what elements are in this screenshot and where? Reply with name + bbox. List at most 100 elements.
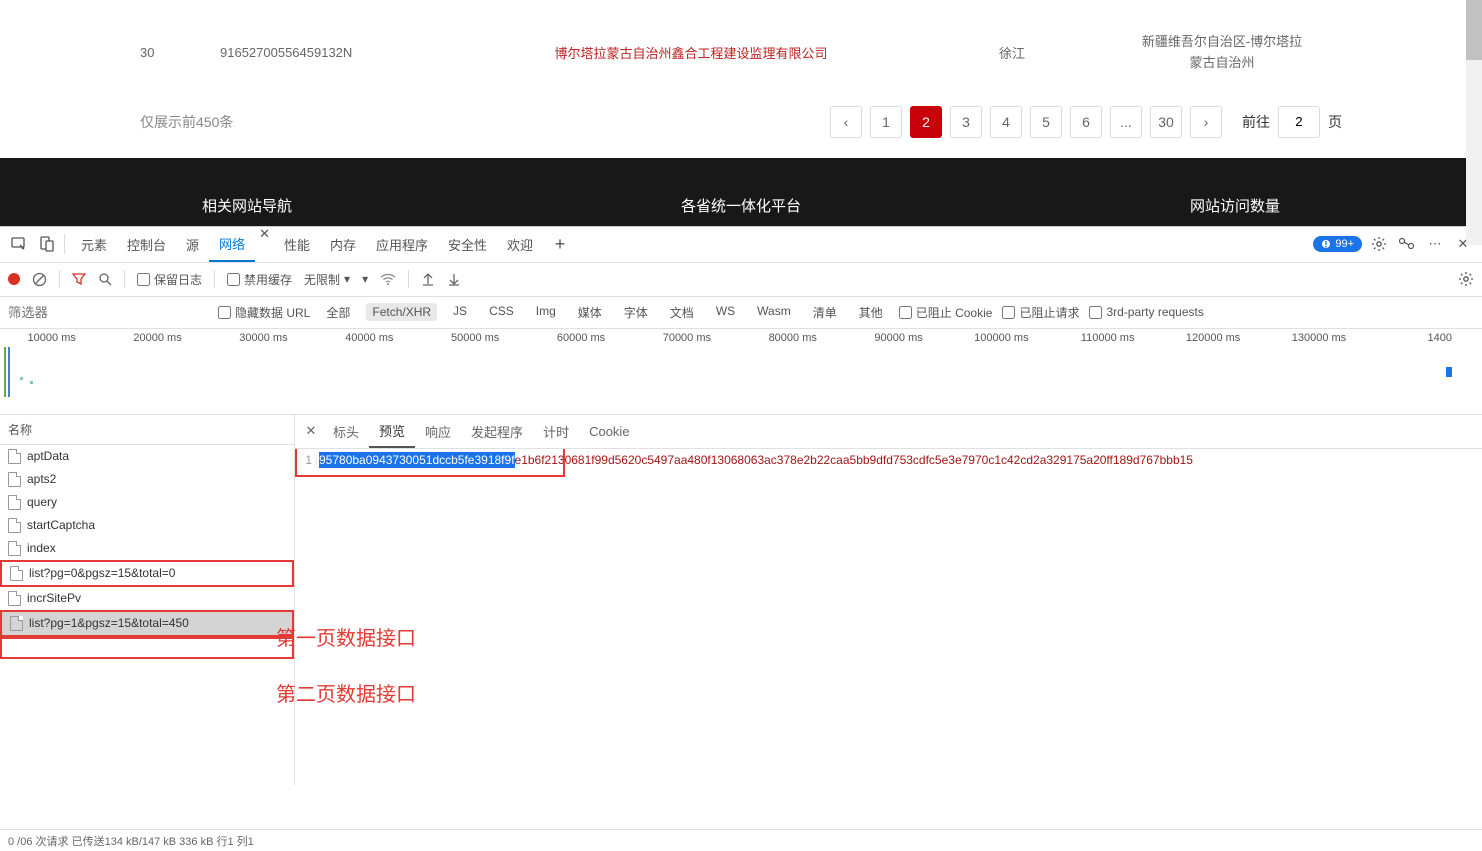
page-button-1[interactable]: 1 bbox=[870, 106, 902, 138]
record-button[interactable] bbox=[8, 273, 20, 285]
file-icon bbox=[10, 566, 23, 581]
devtools-tab[interactable]: 内存 bbox=[320, 226, 366, 262]
detail-tab[interactable]: 发起程序 bbox=[461, 414, 533, 448]
filter-pill[interactable]: WS bbox=[710, 302, 741, 323]
disable-cache-checkbox[interactable]: 禁用缓存 bbox=[227, 271, 292, 288]
page-button-3[interactable]: 3 bbox=[950, 106, 982, 138]
throttle-select[interactable]: 无限制▾ bbox=[304, 271, 350, 288]
goto-page-input[interactable] bbox=[1278, 106, 1320, 138]
footer-link-c[interactable]: 网站访问数量 bbox=[988, 185, 1482, 226]
detail-tab[interactable]: 预览 bbox=[369, 414, 415, 448]
close-detail-icon[interactable]: ✕ bbox=[301, 423, 321, 439]
devtools-tab[interactable]: 网络 bbox=[209, 226, 255, 262]
filter-pill[interactable]: Img bbox=[530, 302, 562, 323]
inspect-icon[interactable] bbox=[8, 233, 30, 255]
request-item[interactable]: query bbox=[0, 491, 294, 514]
page-button-5[interactable]: 5 bbox=[1030, 106, 1062, 138]
blocked-cookie-checkbox[interactable]: 已阻止 Cookie bbox=[899, 304, 993, 321]
timeline-label: 1400 bbox=[1376, 332, 1482, 344]
request-item[interactable]: index bbox=[0, 537, 294, 560]
request-item[interactable]: apts2 bbox=[0, 468, 294, 491]
devtools-tab[interactable]: 欢迎 bbox=[497, 226, 543, 262]
filter-bar: 隐藏数据 URL 全部 Fetch/XHR JS CSS Img 媒体字体文档 WS Wa… bbox=[0, 297, 1482, 329]
annotation-box-preview bbox=[295, 449, 565, 477]
filter-pill[interactable]: 媒体 bbox=[572, 302, 608, 323]
detail-tab[interactable]: 标头 bbox=[323, 414, 369, 448]
activity-icon[interactable] bbox=[1396, 233, 1418, 255]
devtools-tab[interactable]: 元素 bbox=[71, 226, 117, 262]
filter-pill[interactable]: Wasm bbox=[751, 302, 797, 323]
page-scrollbar[interactable] bbox=[1466, 0, 1482, 245]
device-icon[interactable] bbox=[36, 233, 58, 255]
detail-tab[interactable]: Cookie bbox=[579, 414, 639, 448]
settings-icon[interactable] bbox=[1368, 233, 1390, 255]
footer-link-b[interactable]: 各省统一体化平台 bbox=[494, 185, 988, 226]
page-button-6[interactable]: 6 bbox=[1070, 106, 1102, 138]
filter-fetch-xhr[interactable]: Fetch/XHR bbox=[366, 303, 437, 321]
timeline-label: 30000 ms bbox=[212, 332, 318, 344]
request-item[interactable]: startCaptcha bbox=[0, 514, 294, 537]
devtools-tab[interactable]: 源 bbox=[176, 226, 209, 262]
request-name: list?pg=0&pgsz=15&total=0 bbox=[29, 566, 175, 580]
devtools-tab[interactable]: 应用程序 bbox=[366, 226, 438, 262]
timeline[interactable]: 10000 ms20000 ms30000 ms40000 ms50000 ms… bbox=[0, 329, 1482, 415]
request-item[interactable]: aptData bbox=[0, 445, 294, 468]
filter-icon[interactable] bbox=[72, 272, 86, 286]
filter-pill[interactable]: 字体 bbox=[618, 302, 654, 323]
file-icon bbox=[10, 616, 23, 631]
close-tab-icon[interactable]: ✕ bbox=[255, 226, 274, 262]
search-icon[interactable] bbox=[98, 272, 112, 286]
devtools-tab[interactable]: 控制台 bbox=[117, 226, 176, 262]
devtools-tab[interactable]: 安全性 bbox=[438, 226, 497, 262]
goto-suffix: 页 bbox=[1328, 112, 1342, 132]
preview-body[interactable]: 1 95780ba0943730051dccb5fe3918f9fe1b6f21… bbox=[295, 449, 1482, 785]
blocked-request-checkbox[interactable]: 已阻止请求 bbox=[1002, 304, 1079, 321]
more-icon[interactable]: ⋯ bbox=[1424, 233, 1446, 255]
table-row: 30 91652700556459132N 博尔塔拉蒙古自治州鑫合工程建设监理有… bbox=[140, 20, 1342, 86]
preserve-log-checkbox[interactable]: 保留日志 bbox=[137, 271, 202, 288]
annotation-label-1: 第一页数据接口 bbox=[276, 622, 416, 651]
prev-page-button[interactable]: ‹ bbox=[830, 106, 862, 138]
annotation-label-2: 第二页数据接口 bbox=[276, 678, 416, 707]
page-button-4[interactable]: 4 bbox=[990, 106, 1022, 138]
upload-icon[interactable] bbox=[421, 272, 435, 286]
timeline-label: 100000 ms bbox=[953, 332, 1059, 344]
hide-data-url-checkbox[interactable]: 隐藏数据 URL bbox=[218, 304, 310, 321]
page-button-30[interactable]: 30 bbox=[1150, 106, 1182, 138]
request-item[interactable]: list?pg=1&pgsz=15&total=450 bbox=[0, 610, 294, 637]
download-icon[interactable] bbox=[447, 272, 461, 286]
network-settings-icon[interactable] bbox=[1458, 271, 1474, 287]
issues-badge[interactable]: 99+ bbox=[1313, 236, 1362, 252]
clear-button[interactable] bbox=[32, 272, 47, 287]
request-name: apts2 bbox=[27, 472, 56, 486]
timeline-label: 120000 ms bbox=[1164, 332, 1270, 344]
add-tab-icon[interactable]: + bbox=[549, 233, 571, 255]
third-party-checkbox[interactable]: 3rd-party requests bbox=[1089, 305, 1203, 319]
row-number: 30 bbox=[140, 45, 220, 60]
detail-tab[interactable]: 响应 bbox=[415, 414, 461, 448]
filter-pill[interactable]: JS bbox=[447, 302, 473, 323]
filter-pill[interactable]: 清单 bbox=[807, 302, 843, 323]
request-name: query bbox=[27, 495, 57, 509]
timeline-label: 90000 ms bbox=[847, 332, 953, 344]
file-icon bbox=[8, 518, 21, 533]
devtools-tab[interactable]: 性能 bbox=[274, 226, 320, 262]
pagination: 仅展示前450条 ‹ 123456...30 › 前往 页 bbox=[140, 86, 1342, 158]
timeline-label: 40000 ms bbox=[318, 332, 424, 344]
filter-all[interactable]: 全部 bbox=[320, 302, 356, 323]
page-button-...[interactable]: ... bbox=[1110, 106, 1142, 138]
filter-input[interactable] bbox=[8, 301, 208, 323]
request-item[interactable]: incrSitePv bbox=[0, 587, 294, 610]
wifi-icon[interactable] bbox=[380, 273, 396, 285]
page-button-2[interactable]: 2 bbox=[910, 106, 942, 138]
filter-pill[interactable]: 其他 bbox=[853, 302, 889, 323]
request-item[interactable]: list?pg=0&pgsz=15&total=0 bbox=[0, 560, 294, 587]
file-icon bbox=[8, 449, 21, 464]
detail-tab[interactable]: 计时 bbox=[533, 414, 579, 448]
pagination-note: 仅展示前450条 bbox=[140, 112, 830, 132]
footer-link-a[interactable]: 相关网站导航 bbox=[0, 185, 494, 226]
next-page-button[interactable]: › bbox=[1190, 106, 1222, 138]
filter-pill[interactable]: 文档 bbox=[664, 302, 700, 323]
company-link[interactable]: 博尔塔拉蒙古自治州鑫合工程建设监理有限公司 bbox=[460, 43, 922, 62]
filter-pill[interactable]: CSS bbox=[483, 302, 520, 323]
